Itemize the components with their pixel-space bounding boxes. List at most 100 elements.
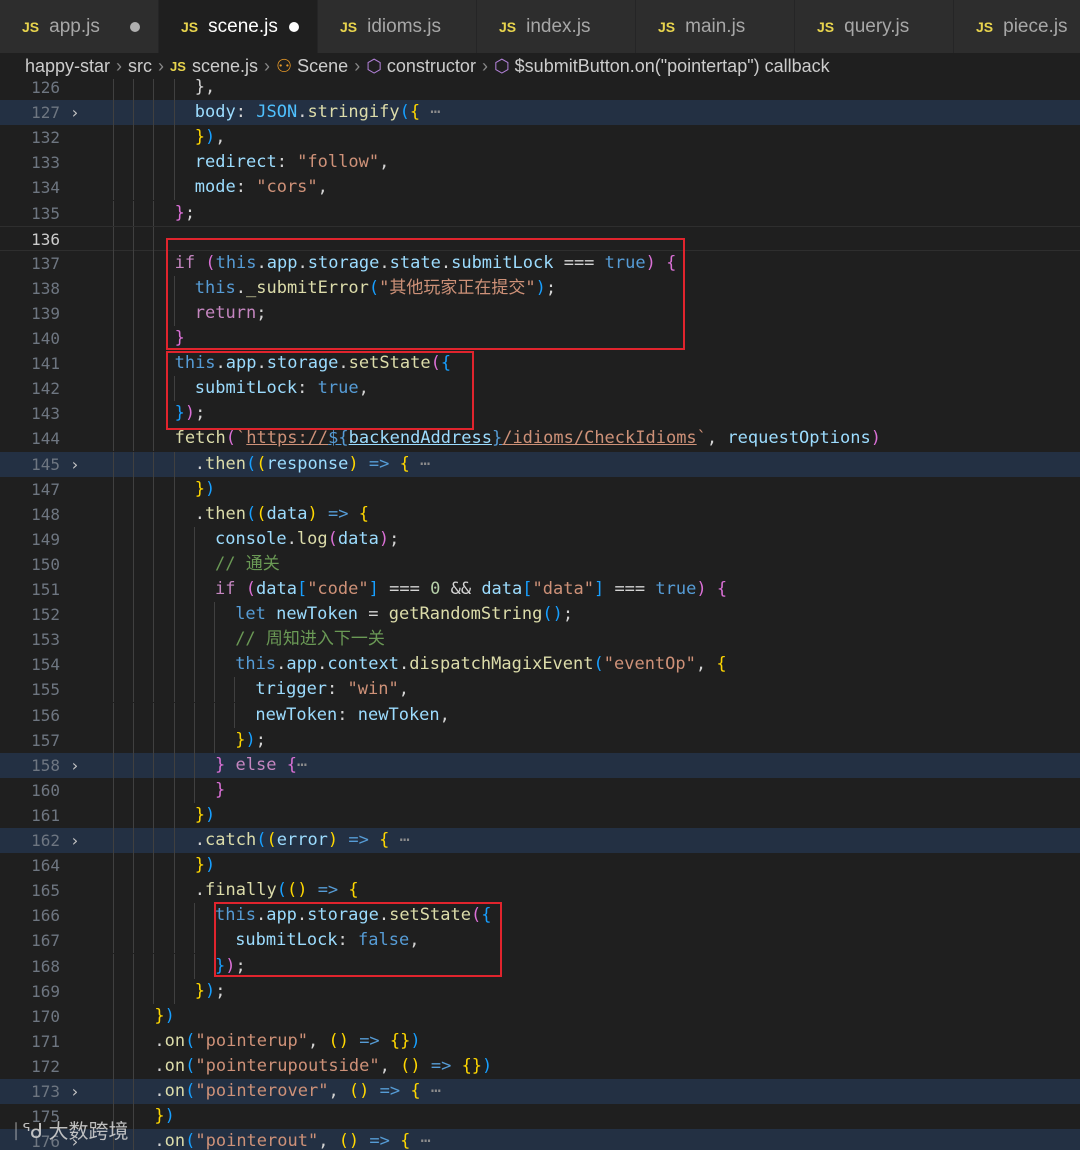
code-line[interactable]: 151 if (data["code"] === 0 && data["data"… — [0, 577, 1080, 602]
code-line[interactable]: 164}) — [0, 853, 1080, 879]
code-editor[interactable]: 126}, 127 › body: JSON.stringify({ ⋯ 132}), 1… — [0, 79, 1080, 1150]
indent-guide — [153, 150, 155, 176]
tab-idioms-js[interactable]: JS idioms.js — [318, 0, 477, 53]
code-line[interactable]: 139 return; — [0, 300, 1080, 326]
indent-guide — [113, 1003, 114, 1029]
code-line[interactable]: 126}, — [0, 79, 1080, 100]
indent-guide — [113, 878, 114, 904]
code-line[interactable]: 152 let newToken = getRandomString(); — [0, 602, 1080, 628]
breadcrumb-item[interactable]: src — [128, 56, 152, 77]
fold-chevron-icon[interactable]: › — [70, 100, 80, 125]
line-number: 151 — [31, 580, 60, 599]
code-line[interactable]: 142 submitLock: true, — [0, 376, 1080, 402]
line-number: 150 — [31, 554, 60, 574]
indent-guide — [153, 551, 155, 577]
indent-guide — [153, 577, 155, 602]
indent-guide — [133, 476, 135, 502]
breadcrumb-item[interactable]: Scene — [297, 56, 348, 77]
code-line[interactable]: 148 .then((data) => { — [0, 501, 1080, 527]
code-line[interactable]: 169}); — [0, 978, 1080, 1004]
code-line[interactable]: 161}) — [0, 802, 1080, 828]
code-text: .on("pointerover", () => { ⋯ — [154, 1081, 442, 1101]
code-line[interactable]: 138 this._submitError("其他玩家正在提交"); — [0, 275, 1080, 301]
code-line[interactable]: 153 // 周知进入下一关 — [0, 627, 1080, 653]
indent-guide — [193, 526, 195, 552]
fold-chevron-icon[interactable]: › — [70, 1079, 80, 1104]
code-line[interactable]: 160} — [0, 777, 1080, 803]
code-line[interactable]: 171 .on("pointerup", () => {}) — [0, 1028, 1080, 1054]
code-line[interactable]: 145 › .then((response) => { ⋯ — [0, 451, 1080, 477]
indent-guide — [153, 652, 155, 678]
line-number: 132 — [31, 128, 60, 148]
indent-guide — [153, 802, 155, 828]
indent-guide — [173, 903, 175, 929]
code-line[interactable]: 137 if (this.app.storage.state.submitLock… — [0, 250, 1080, 276]
code-text: // 通关 — [215, 553, 280, 574]
code-line[interactable]: 135}; — [0, 200, 1080, 226]
code-line[interactable]: 136 — [0, 225, 1080, 252]
code-line[interactable]: 154 this.app.context.dispatchMagixEvent("… — [0, 652, 1080, 678]
tab-index-js[interactable]: JS index.js — [477, 0, 636, 53]
code-text: mode: "cors", — [194, 177, 328, 198]
unsaved-dot-icon[interactable] — [130, 22, 140, 32]
line-number: 160 — [31, 780, 60, 800]
code-text: }, — [194, 79, 216, 97]
code-line[interactable]: 150 // 通关 — [0, 551, 1080, 577]
indent-guide — [113, 476, 114, 502]
code-line[interactable]: 143}); — [0, 401, 1080, 427]
tab-main-js[interactable]: JS main.js — [636, 0, 795, 53]
code-line[interactable]: 149 console.log(data); — [0, 526, 1080, 552]
code-line[interactable]: 172 .on("pointerupoutside", () => {}) — [0, 1053, 1080, 1079]
fold-chevron-icon[interactable]: › — [70, 753, 80, 778]
code-line[interactable]: 166 this.app.storage.setState({ — [0, 903, 1080, 929]
code-line[interactable]: 162 › .catch((error) => { ⋯ — [0, 828, 1080, 853]
breadcrumb-item[interactable]: constructor — [387, 56, 476, 77]
code-line[interactable]: 165 .finally(() => { — [0, 878, 1080, 904]
line-number: 140 — [31, 329, 60, 348]
tab-scene-js[interactable]: JS scene.js — [159, 0, 318, 53]
code-line[interactable]: 141 this.app.storage.setState({ — [0, 351, 1080, 377]
code-line[interactable]: 170}) — [0, 1003, 1080, 1029]
indent-guide — [173, 978, 175, 1004]
code-line[interactable]: 155 trigger: "win", — [0, 677, 1080, 703]
tab-piece-js[interactable]: JS piece.js — [954, 0, 1080, 53]
indent-guide — [113, 828, 114, 853]
breadcrumb-item[interactable]: happy-star — [25, 56, 110, 77]
breadcrumb-item[interactable]: scene.js — [192, 56, 258, 77]
code-line[interactable]: 134 mode: "cors", — [0, 175, 1080, 201]
code-line[interactable]: 132}), — [0, 125, 1080, 151]
code-line[interactable]: 156 newToken: newToken, — [0, 702, 1080, 728]
indent-guide — [133, 125, 135, 151]
code-line[interactable]: 176 › .on("pointerout", () => { ⋯ — [0, 1129, 1080, 1150]
indent-guide — [113, 451, 114, 477]
code-line[interactable]: 147}) — [0, 476, 1080, 502]
indent-guide — [214, 702, 215, 728]
tab-query-js[interactable]: JS query.js — [795, 0, 954, 53]
breadcrumb-item[interactable]: $submitButton.on("pointertap") callback — [515, 56, 830, 77]
code-line[interactable]: 133 redirect: "follow", — [0, 150, 1080, 176]
code-line[interactable]: 168}); — [0, 953, 1080, 979]
code-text: } else {⋯ — [215, 754, 308, 775]
code-text: .on("pointerout", () => { ⋯ — [154, 1131, 431, 1150]
code-text: .on("pointerup", () => {}) — [154, 1030, 421, 1051]
indent-guide — [193, 702, 195, 728]
code-line[interactable]: 158 ›} else {⋯ — [0, 752, 1080, 778]
code-text: }); — [235, 729, 266, 750]
line-number: 166 — [31, 906, 60, 926]
fold-chevron-icon[interactable]: › — [70, 452, 80, 477]
code-line[interactable]: 173 › .on("pointerover", () => { ⋯ — [0, 1079, 1080, 1104]
indent-guide — [173, 577, 175, 602]
code-line[interactable]: 157}); — [0, 727, 1080, 753]
code-line[interactable]: 144 fetch(`https://${backendAddress}/idio… — [0, 426, 1080, 452]
indent-guide — [133, 727, 135, 753]
unsaved-dot-icon[interactable] — [289, 22, 299, 32]
indent-guide — [173, 752, 175, 778]
code-line[interactable]: 167 submitLock: false, — [0, 928, 1080, 954]
fold-chevron-icon[interactable]: › — [70, 828, 80, 853]
code-text: }) — [154, 1005, 175, 1026]
code-line[interactable]: 127 › body: JSON.stringify({ ⋯ — [0, 100, 1080, 126]
code-line[interactable]: 140} — [0, 326, 1080, 351]
tab-app-js[interactable]: JS app.js — [0, 0, 159, 53]
line-number: 145 — [31, 454, 60, 474]
code-line[interactable]: 175}) — [0, 1104, 1080, 1130]
